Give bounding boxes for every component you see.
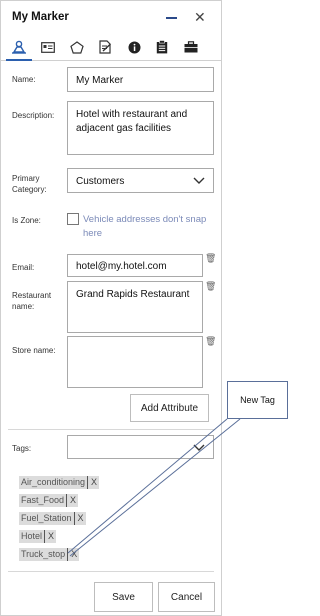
new-tag-callout: New Tag xyxy=(227,381,288,419)
callout-pointer xyxy=(67,418,241,557)
